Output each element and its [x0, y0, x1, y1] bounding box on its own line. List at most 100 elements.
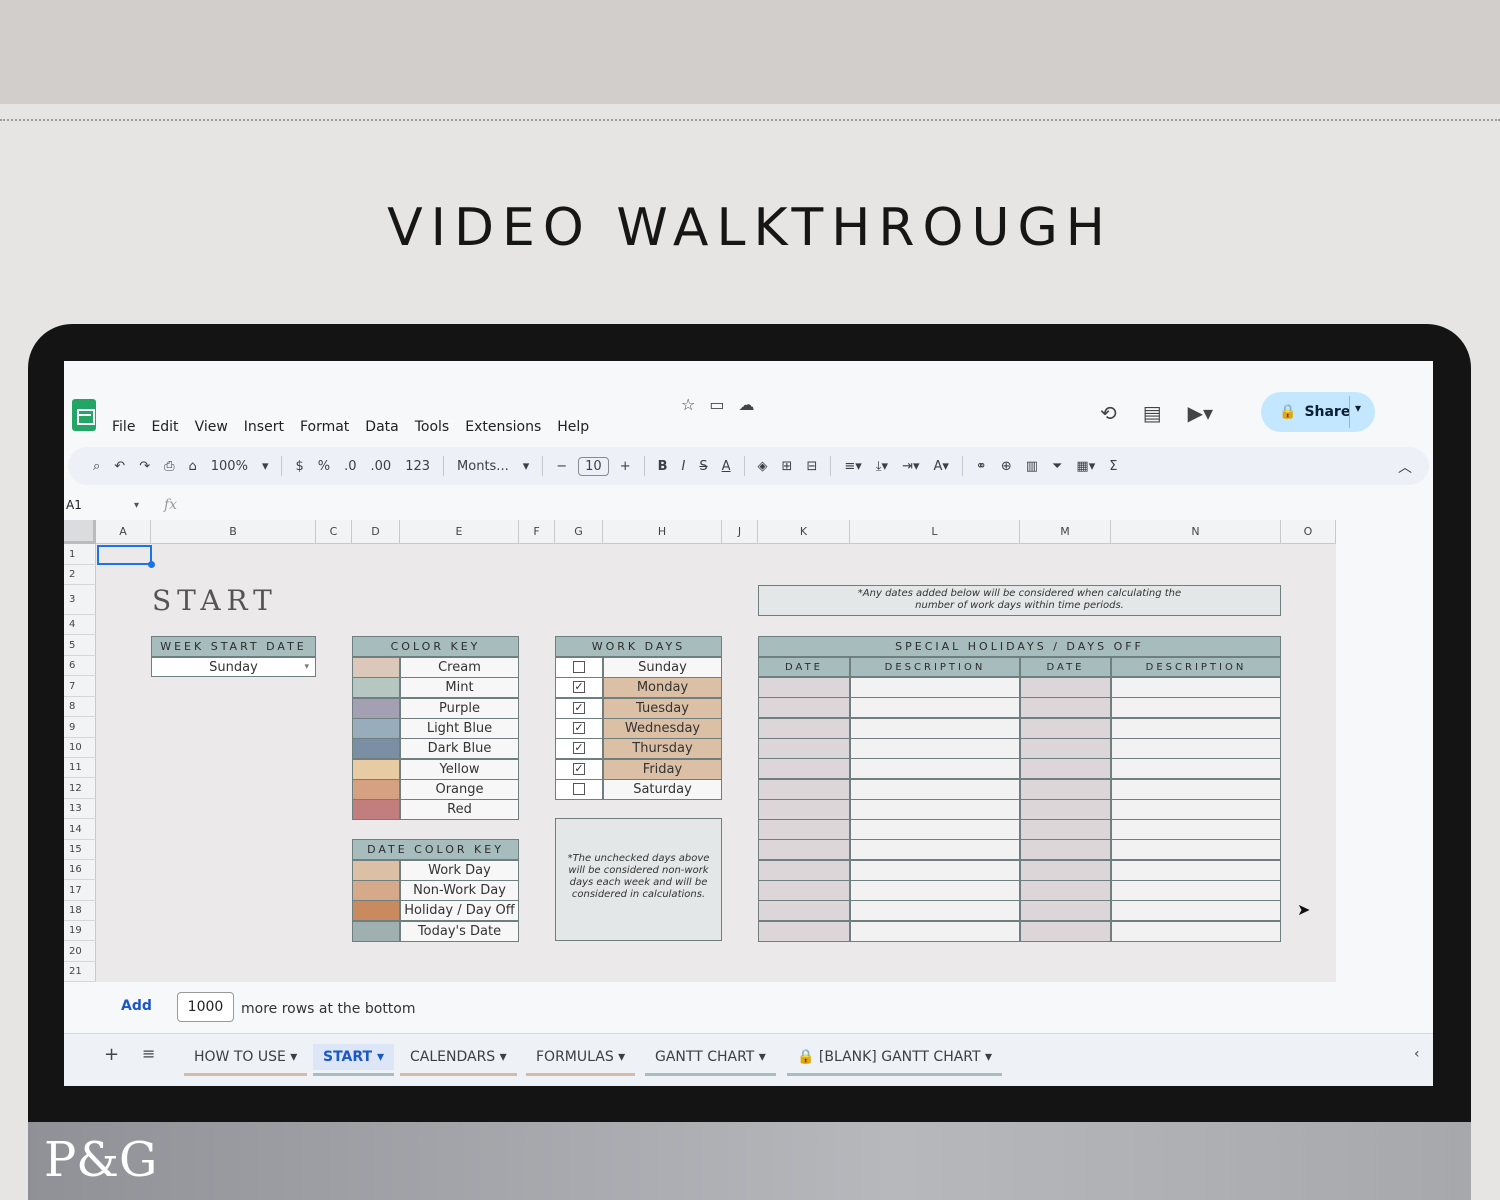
- font-dropdown-icon[interactable]: ▾: [516, 459, 537, 474]
- holiday-table-cell[interactable]: [850, 920, 1020, 942]
- text-rotation-icon[interactable]: A▾: [926, 459, 955, 474]
- holiday-table-cell[interactable]: [758, 697, 850, 719]
- comments-icon[interactable]: ▤: [1143, 401, 1162, 425]
- font-select[interactable]: Monts...: [450, 459, 516, 474]
- sheets-logo-icon[interactable]: [72, 399, 96, 431]
- menu-data[interactable]: Data: [365, 419, 398, 435]
- holiday-table-cell[interactable]: [1111, 798, 1281, 820]
- menu-tools[interactable]: Tools: [415, 419, 450, 435]
- holiday-table-cell[interactable]: [758, 900, 850, 922]
- holiday-table-cell[interactable]: [1020, 737, 1111, 759]
- strikethrough-icon[interactable]: S: [692, 459, 714, 474]
- holiday-table-cell[interactable]: [758, 880, 850, 901]
- search-icon[interactable]: ⌕: [86, 459, 107, 474]
- add-rows-input[interactable]: 1000: [177, 992, 234, 1022]
- column-header[interactable]: B: [151, 520, 316, 544]
- number-format-button[interactable]: 123: [398, 459, 437, 474]
- holiday-table-cell[interactable]: [850, 880, 1020, 901]
- zoom-select[interactable]: 100%: [204, 459, 255, 474]
- tab-formulas[interactable]: FORMULAS ▾: [526, 1044, 636, 1076]
- holiday-table-cell[interactable]: [758, 717, 850, 739]
- selected-cell[interactable]: [97, 545, 155, 568]
- column-header[interactable]: N: [1111, 520, 1281, 544]
- name-box-dropdown-icon[interactable]: ▾: [134, 500, 139, 511]
- column-header[interactable]: E: [400, 520, 519, 544]
- zoom-dropdown-icon[interactable]: ▾: [255, 459, 276, 474]
- holiday-table-cell[interactable]: [1111, 717, 1281, 739]
- filter-icon[interactable]: ⏷: [1045, 459, 1069, 474]
- row-header[interactable]: 15: [64, 840, 96, 860]
- share-dropdown-icon[interactable]: ▾: [1355, 401, 1361, 415]
- insert-comment-icon[interactable]: ⊕: [994, 459, 1019, 474]
- fill-color-icon[interactable]: ◈: [751, 459, 775, 474]
- holiday-table-cell[interactable]: [1111, 758, 1281, 780]
- holiday-table-cell[interactable]: [850, 737, 1020, 759]
- menu-file[interactable]: File: [112, 419, 135, 435]
- row-header[interactable]: 10: [64, 738, 96, 758]
- holiday-table-cell[interactable]: [758, 677, 850, 698]
- holiday-table-cell[interactable]: [1020, 798, 1111, 820]
- decrease-decimal-button[interactable]: .0: [337, 459, 363, 474]
- tab-how-to-use[interactable]: HOW TO USE ▾: [184, 1044, 308, 1076]
- holiday-table-cell[interactable]: [1020, 880, 1111, 901]
- work-day-checkbox[interactable]: ✓: [573, 702, 585, 714]
- holiday-table-cell[interactable]: [758, 778, 850, 800]
- font-size-input[interactable]: 10: [578, 456, 609, 476]
- holiday-table-cell[interactable]: [1111, 737, 1281, 759]
- font-size-increase-icon[interactable]: +: [613, 459, 638, 474]
- holiday-table-cell[interactable]: [758, 819, 850, 841]
- horizontal-align-icon[interactable]: ≡▾: [837, 459, 868, 474]
- holiday-table-cell[interactable]: [1020, 717, 1111, 739]
- holiday-table-cell[interactable]: [758, 798, 850, 820]
- row-header[interactable]: 8: [64, 697, 96, 717]
- holiday-table-cell[interactable]: [850, 839, 1020, 861]
- add-rows-button[interactable]: Add: [121, 998, 152, 1014]
- menu-help[interactable]: Help: [557, 419, 589, 435]
- move-folder-icon[interactable]: ▭: [709, 395, 724, 414]
- work-day-checkbox[interactable]: ✓: [573, 763, 585, 775]
- bold-icon[interactable]: B: [651, 459, 675, 474]
- row-header[interactable]: 12: [64, 778, 96, 799]
- holiday-table-cell[interactable]: [1111, 839, 1281, 861]
- column-header[interactable]: D: [352, 520, 400, 544]
- holiday-table-cell[interactable]: [850, 900, 1020, 922]
- menu-edit[interactable]: Edit: [151, 419, 178, 435]
- work-day-checkbox[interactable]: ✓: [573, 681, 585, 693]
- share-button[interactable]: 🔒 Share ▾: [1261, 392, 1375, 432]
- redo-icon[interactable]: ↷: [132, 459, 157, 474]
- holiday-table-cell[interactable]: [1111, 880, 1281, 901]
- menu-insert[interactable]: Insert: [244, 419, 284, 435]
- holiday-table-cell[interactable]: [1111, 778, 1281, 800]
- holiday-table-cell[interactable]: [1020, 900, 1111, 922]
- week-start-select[interactable]: Sunday ▾: [151, 657, 316, 677]
- cloud-status-icon[interactable]: ☁: [738, 395, 754, 414]
- undo-icon[interactable]: ↶: [107, 459, 132, 474]
- holiday-table-cell[interactable]: [1020, 839, 1111, 861]
- holiday-table-cell[interactable]: [850, 717, 1020, 739]
- holiday-table-cell[interactable]: [1020, 677, 1111, 698]
- text-wrapping-icon[interactable]: ⇥▾: [895, 459, 926, 474]
- column-header[interactable]: C: [316, 520, 352, 544]
- add-sheet-icon[interactable]: +: [104, 1044, 119, 1065]
- holiday-table-cell[interactable]: [850, 778, 1020, 800]
- star-icon[interactable]: ☆: [681, 395, 695, 414]
- vertical-align-icon[interactable]: ⤓▾: [869, 459, 895, 474]
- name-box[interactable]: A1: [66, 498, 82, 512]
- merge-cells-icon[interactable]: ⊟: [799, 459, 824, 474]
- holiday-table-cell[interactable]: [850, 758, 1020, 780]
- all-sheets-icon[interactable]: ≡: [142, 1044, 155, 1063]
- holiday-table-cell[interactable]: [1020, 758, 1111, 780]
- percent-button[interactable]: %: [311, 459, 337, 474]
- holiday-table-cell[interactable]: [758, 737, 850, 759]
- holiday-table-cell[interactable]: [850, 859, 1020, 881]
- column-header[interactable]: M: [1020, 520, 1111, 544]
- holiday-table-cell[interactable]: [758, 839, 850, 861]
- holiday-table-cell[interactable]: [850, 677, 1020, 698]
- borders-icon[interactable]: ⊞: [775, 459, 800, 474]
- holiday-table-cell[interactable]: [1020, 778, 1111, 800]
- font-size-decrease-icon[interactable]: −: [549, 459, 574, 474]
- filter-views-icon[interactable]: ▦▾: [1069, 459, 1102, 474]
- italic-icon[interactable]: I: [675, 459, 693, 474]
- row-header[interactable]: 16: [64, 860, 96, 880]
- holiday-table-cell[interactable]: [1111, 819, 1281, 841]
